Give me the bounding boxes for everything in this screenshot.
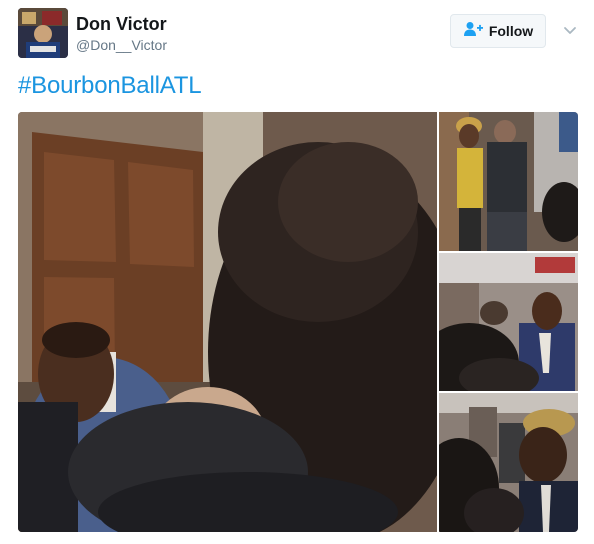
chevron-down-icon[interactable] [562, 22, 578, 38]
author-handle[interactable]: @Don__Victor [76, 37, 167, 53]
follow-button[interactable]: Follow [450, 14, 546, 48]
follow-label: Follow [488, 23, 534, 39]
add-user-icon [463, 21, 483, 42]
author-name[interactable]: Don Victor [76, 14, 167, 35]
photo-thumbnail-2[interactable] [439, 253, 578, 391]
media-grid [18, 112, 578, 532]
tweet-card: Don Victor @Don__Victor Follow #BourbonB… [0, 0, 594, 544]
hashtag-link[interactable]: #BourbonBallATL [18, 72, 202, 100]
photo-thumbnail-1[interactable] [439, 112, 578, 251]
avatar[interactable] [18, 8, 68, 58]
photo-thumbnail-3[interactable] [439, 393, 578, 532]
photo-main[interactable] [18, 112, 437, 532]
